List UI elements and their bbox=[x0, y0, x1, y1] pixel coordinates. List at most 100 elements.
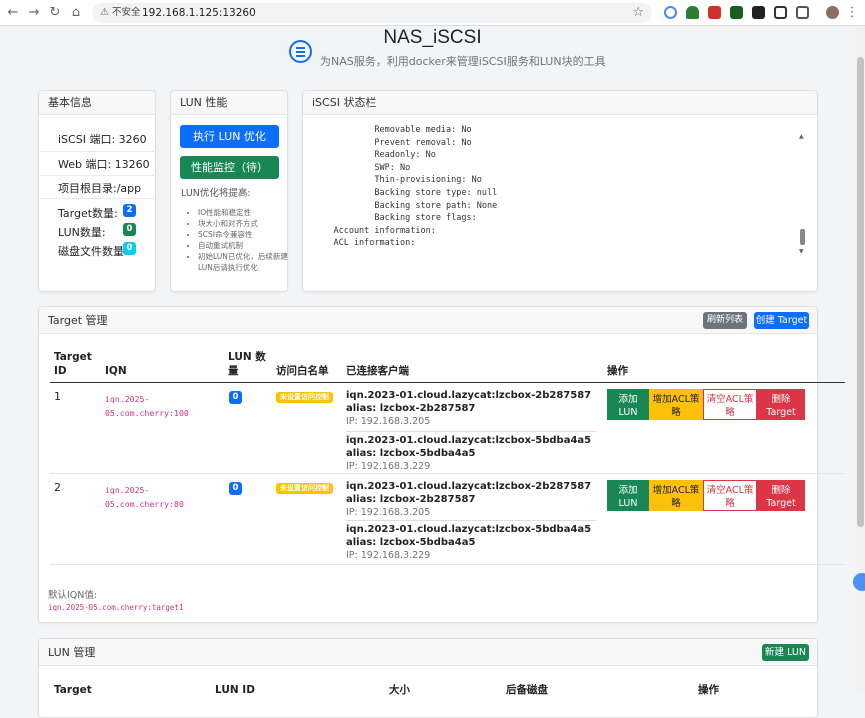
client-divider bbox=[346, 431, 596, 432]
delete-target-button[interactable]: 删除 Target bbox=[757, 389, 805, 420]
default-iqn-label: 默认IQN值: bbox=[48, 590, 98, 601]
optimize-list: IO性能和稳定性 块大小和对齐方式 SCSI命令兼容性 自动重试机制 初始LUN… bbox=[189, 207, 289, 273]
root-dir: 项目根目录:/app bbox=[58, 182, 142, 195]
web-port: Web 端口: 13260 bbox=[58, 158, 150, 171]
lun-management-card: LUN 管理 新建 LUN Target LUN ID 大小 后备磁盘 操作 bbox=[38, 638, 818, 718]
lun-management-title: LUN 管理 bbox=[39, 639, 817, 666]
disk-count-badge: 0 bbox=[123, 242, 136, 255]
add-acl-button[interactable]: 增加ACL策略 bbox=[649, 389, 703, 420]
page-scroll-thumb[interactable] bbox=[857, 57, 864, 527]
url-text[interactable]: 192.168.1.125:13260 bbox=[142, 3, 256, 23]
console-line: Account information: bbox=[313, 225, 436, 236]
list-item: IO性能和稳定性 bbox=[198, 207, 289, 218]
security-label: 不安全 bbox=[112, 7, 141, 18]
default-iqn-value: iqn.2025-05.com.cherry:target1 bbox=[48, 603, 184, 612]
reload-icon[interactable]: ↻ bbox=[46, 4, 64, 22]
console-line: Backing store type: null bbox=[313, 187, 498, 198]
whitelist-badge: 未设置访问控制 bbox=[276, 483, 333, 494]
iscsi-port: iSCSI 端口: 3260 bbox=[58, 133, 147, 146]
iscsi-status-card: iSCSI 状态栏 Removable media: No Prevent re… bbox=[302, 90, 818, 292]
lun-count-row: LUN数量: bbox=[58, 224, 106, 240]
extension-icon-4[interactable] bbox=[730, 6, 743, 19]
add-acl-button[interactable]: 增加ACL策略 bbox=[649, 480, 703, 511]
disk-count-row: 磁盘文件数量: bbox=[58, 243, 128, 259]
col-actions: 操作 bbox=[698, 684, 719, 696]
warning-icon: ⚠ bbox=[100, 7, 109, 18]
performance-monitor-button[interactable]: 性能监控（待） bbox=[180, 156, 279, 179]
console-line: Backing store path: None bbox=[313, 200, 498, 211]
refresh-list-button[interactable]: 刷新列表 bbox=[703, 312, 747, 329]
iscsi-status-title: iSCSI 状态栏 bbox=[303, 91, 817, 115]
profile-avatar[interactable] bbox=[826, 6, 839, 19]
client-name: iqn.2023-01.cloud.lazycat:lzcbox-2b28758… bbox=[346, 390, 592, 414]
col-target-id: Target ID bbox=[54, 351, 92, 377]
extension-icon-6[interactable] bbox=[774, 6, 787, 19]
floating-action-icon[interactable] bbox=[853, 573, 865, 591]
list-item: 初始LUN已优化，后续新建LUN后请执行优化 bbox=[198, 251, 289, 273]
clear-acl-button[interactable]: 清空ACL策略 bbox=[703, 389, 757, 420]
client-name: iqn.2023-01.cloud.lazycat:lzcbox-2b28758… bbox=[346, 481, 592, 505]
back-icon[interactable]: ← bbox=[4, 4, 22, 22]
target-management-card: Target 管理 刷新列表 创建 Target Target ID IQN L… bbox=[38, 306, 845, 623]
target-count-row: Target数量: bbox=[58, 205, 118, 221]
optimize-note: LUN优化将提高: bbox=[181, 188, 251, 199]
lun-perf-title: LUN 性能 bbox=[171, 91, 287, 115]
clear-acl-button[interactable]: 清空ACL策略 bbox=[703, 480, 757, 511]
client-ip: IP: 192.168.3.229 bbox=[346, 550, 431, 561]
extensions-puzzle-icon[interactable] bbox=[796, 6, 809, 19]
divider bbox=[40, 198, 154, 199]
page-scrollbar[interactable] bbox=[856, 27, 865, 692]
extension-icon-3[interactable] bbox=[708, 6, 721, 19]
create-lun-button[interactable]: 新建 LUN bbox=[762, 644, 809, 661]
client-ip: IP: 192.168.3.205 bbox=[346, 416, 431, 427]
console-line: Thin-provisioning: No bbox=[313, 175, 482, 186]
client-ip: IP: 192.168.3.229 bbox=[346, 461, 431, 472]
lun-perf-card: LUN 性能 执行 LUN 优化 性能监控（待） LUN优化将提高: IO性能和… bbox=[170, 90, 288, 292]
optimize-lun-button[interactable]: 执行 LUN 优化 bbox=[180, 125, 279, 148]
status-console[interactable]: Removable media: No Prevent removal: No … bbox=[313, 124, 807, 252]
list-item: 块大小和对齐方式 bbox=[198, 218, 289, 229]
client-name: iqn.2023-01.cloud.lazycat:lzcbox-5bdba4a… bbox=[346, 524, 592, 548]
target-id: 2 bbox=[54, 481, 61, 494]
list-item: SCSI命令兼容性 bbox=[198, 229, 289, 240]
console-line: ACL information: bbox=[313, 238, 416, 249]
extension-icon-2[interactable] bbox=[686, 6, 699, 19]
col-actions: 操作 bbox=[607, 365, 628, 377]
client-item: iqn.2023-01.cloud.lazycat:lzcbox-2b28758… bbox=[346, 480, 596, 520]
divider bbox=[40, 151, 154, 152]
extension-icon-5[interactable] bbox=[752, 6, 765, 19]
client-name: iqn.2023-01.cloud.lazycat:lzcbox-5bdba4a… bbox=[346, 435, 592, 459]
target-count-label: Target数量: bbox=[58, 207, 118, 220]
scroll-down-icon[interactable]: ▼ bbox=[799, 248, 804, 255]
scroll-up-icon[interactable]: ▲ bbox=[799, 133, 804, 140]
lun-count-badge: 0 bbox=[229, 391, 242, 404]
row-divider bbox=[50, 473, 845, 474]
address-bar[interactable]: ⚠ 不安全 192.168.1.125:13260 ☆ bbox=[92, 3, 652, 23]
console-scrollbar[interactable]: ▲ ▼ bbox=[799, 133, 806, 255]
target-count-badge: 2 bbox=[123, 204, 136, 217]
console-line: Readonly: No bbox=[313, 150, 436, 161]
page: NAS_iSCSI 为NAS服务，利用docker来管理iSCSI服务和LUN块… bbox=[0, 27, 865, 718]
add-lun-button[interactable]: 添加 LUN bbox=[607, 389, 649, 420]
menu-dots-icon[interactable]: ⋮ bbox=[843, 4, 861, 22]
console-scroll-thumb[interactable] bbox=[800, 229, 805, 245]
bookmark-star-icon[interactable]: ☆ bbox=[632, 3, 644, 23]
col-backing: 后备磁盘 bbox=[506, 684, 548, 696]
extension-icon-1[interactable] bbox=[664, 6, 677, 19]
lun-count-label: LUN数量: bbox=[58, 226, 106, 239]
delete-target-button[interactable]: 删除 Target bbox=[757, 480, 805, 511]
forward-icon[interactable]: → bbox=[25, 4, 43, 22]
console-line: SWP: No bbox=[313, 162, 411, 173]
col-size: 大小 bbox=[389, 684, 410, 696]
lun-count-badge: 0 bbox=[229, 482, 242, 495]
whitelist-badge: 未设置访问控制 bbox=[276, 392, 333, 403]
target-iqn: iqn.2025-05.com.cherry:100 bbox=[105, 394, 189, 418]
list-item: 自动重试机制 bbox=[198, 240, 289, 251]
create-target-button[interactable]: 创建 Target bbox=[754, 312, 809, 329]
lun-count-badge: 0 bbox=[123, 223, 136, 236]
home-icon[interactable]: ⌂ bbox=[67, 4, 85, 22]
console-line: Removable media: No bbox=[313, 125, 472, 135]
client-item: iqn.2023-01.cloud.lazycat:lzcbox-5bdba4a… bbox=[346, 523, 596, 563]
target-iqn: iqn.2025-05.com.cherry:80 bbox=[105, 485, 184, 509]
add-lun-button[interactable]: 添加 LUN bbox=[607, 480, 649, 511]
